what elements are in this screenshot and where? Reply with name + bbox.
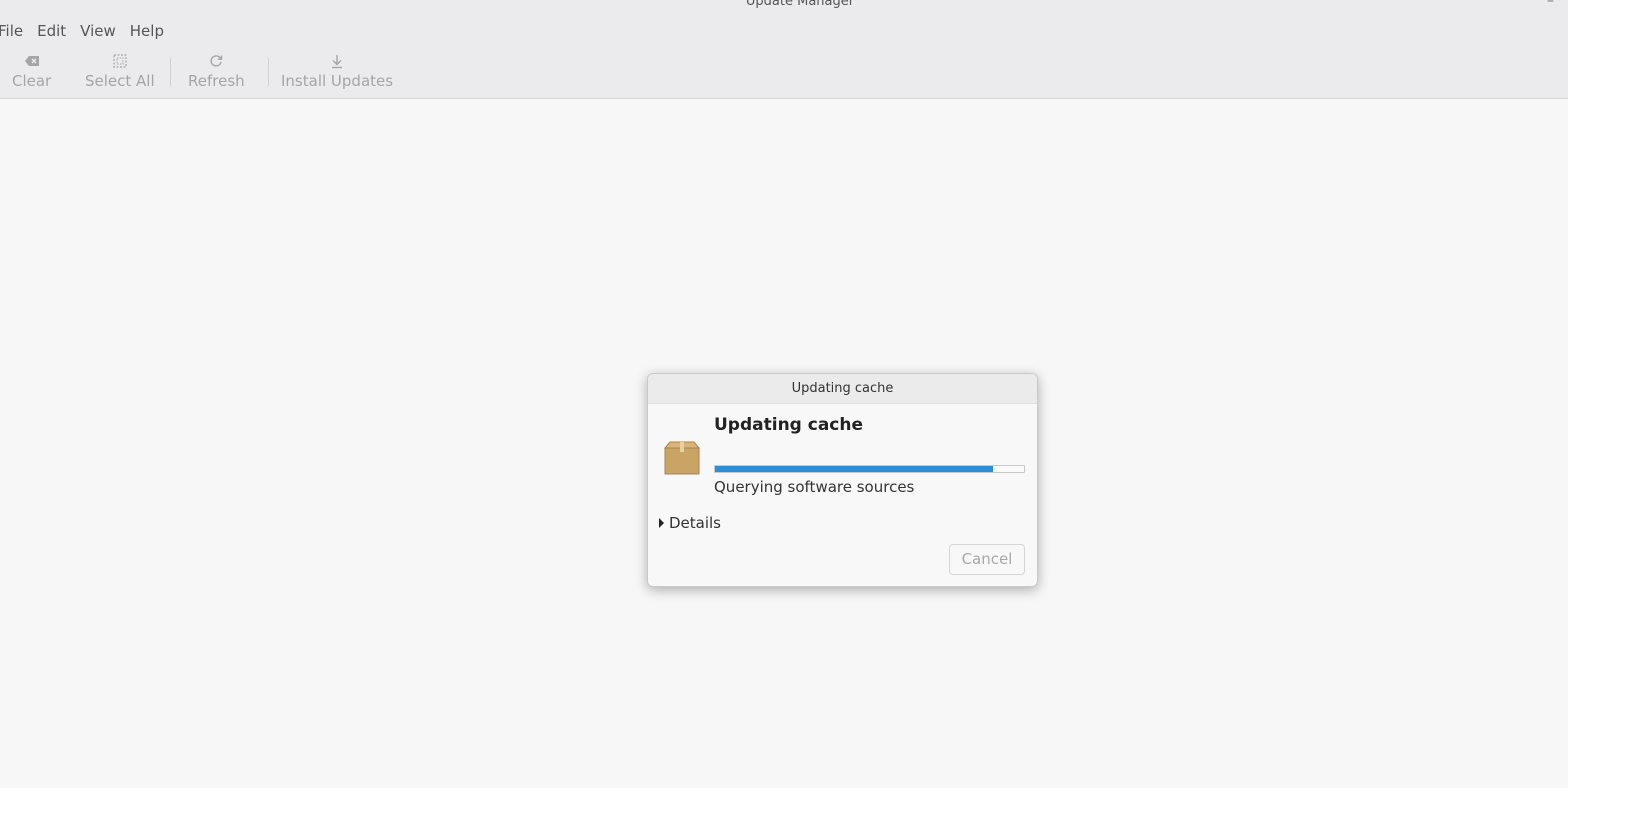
refresh-button[interactable]: Refresh (188, 52, 245, 90)
details-label: Details (669, 514, 722, 532)
refresh-label: Refresh (188, 72, 245, 90)
window-header: Update Manager – File Edit View Help Cle… (0, 0, 1568, 99)
select-all-button[interactable]: Select All (85, 52, 155, 90)
clear-button[interactable]: Clear (12, 52, 51, 90)
desktop-background-right (1568, 0, 1650, 829)
download-icon (330, 52, 344, 70)
menu-edit[interactable]: Edit (30, 22, 73, 40)
toolbar-separator (170, 58, 171, 86)
clear-icon (24, 52, 40, 70)
update-manager-window: Update Manager – File Edit View Help Cle… (0, 0, 1568, 788)
select-all-icon (113, 52, 127, 70)
details-expander[interactable]: Details (659, 514, 721, 532)
desktop-background-bottom (0, 788, 1650, 829)
menu-view[interactable]: View (73, 22, 123, 40)
package-icon (662, 440, 702, 480)
status-text: Querying software sources (714, 478, 915, 496)
toolbar-separator (268, 58, 269, 86)
install-updates-button[interactable]: Install Updates (281, 52, 393, 90)
expander-arrow-icon (659, 518, 664, 528)
install-updates-label: Install Updates (281, 72, 394, 90)
dialog-title: Updating cache (648, 374, 1037, 404)
dialog-heading: Updating cache (714, 415, 864, 435)
cancel-button[interactable]: Cancel (949, 544, 1025, 575)
refresh-icon (209, 52, 223, 70)
window-title: Update Manager (745, 0, 855, 9)
minimize-button[interactable]: – (1547, 0, 1554, 9)
progress-bar (714, 465, 1025, 473)
progress-fill (715, 466, 994, 472)
menu-file[interactable]: File (0, 22, 30, 40)
updating-cache-dialog: Updating cache Updating cache Querying s… (647, 373, 1038, 587)
clear-label: Clear (12, 72, 52, 90)
select-all-label: Select All (85, 72, 155, 90)
menu-help[interactable]: Help (123, 22, 171, 40)
menubar: File Edit View Help (0, 22, 171, 40)
